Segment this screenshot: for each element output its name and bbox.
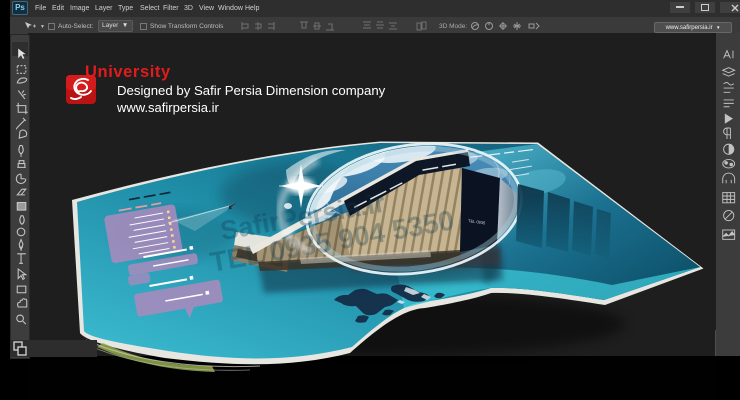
svg-text:University: University xyxy=(85,63,171,81)
svg-text:www.safirpersia.ir: www.safirpersia.ir xyxy=(116,100,220,115)
svg-text:Designed by Safir Persia Dimen: Designed by Safir Persia Dimension compa… xyxy=(117,83,386,98)
